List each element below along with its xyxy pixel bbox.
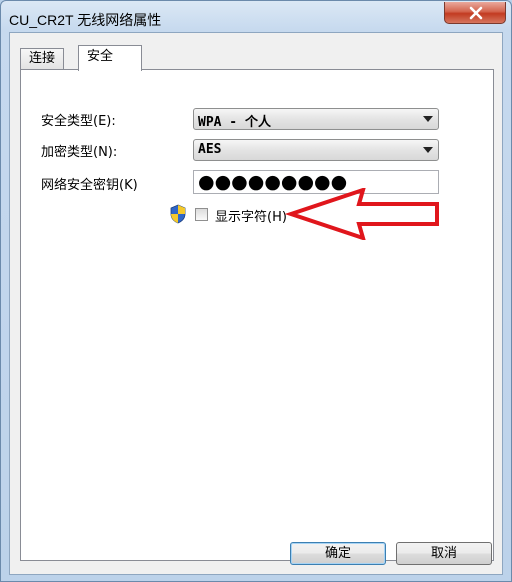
encryption-type-label: 加密类型(N):	[41, 145, 118, 160]
security-type-select[interactable]: WPA - 个人	[193, 108, 439, 130]
security-type-label: 安全类型(E):	[41, 114, 116, 129]
chevron-down-icon	[423, 116, 433, 122]
ok-button[interactable]: 确定	[290, 542, 386, 565]
window-title: CU_CR2T 无线网络属性	[9, 12, 162, 28]
cancel-button[interactable]: 取消	[396, 542, 492, 565]
network-key-label: 网络安全密钥(K)	[41, 178, 138, 193]
encryption-type-select[interactable]: AES	[193, 139, 439, 161]
tab-security[interactable]: 安全	[78, 45, 142, 71]
show-characters-label: 显示字符(H)	[215, 210, 287, 225]
chevron-down-icon	[423, 147, 433, 153]
close-icon	[469, 6, 483, 20]
show-characters-checkbox[interactable]	[195, 208, 208, 221]
security-type-value: WPA - 个人	[198, 115, 271, 130]
close-button[interactable]	[444, 2, 506, 24]
encryption-type-value: AES	[198, 142, 222, 157]
tab-connection[interactable]: 连接	[20, 48, 65, 69]
red-arrow-annotation	[284, 188, 439, 240]
uac-shield-icon	[170, 204, 186, 224]
properties-window: CU_CR2T 无线网络属性 连接 安全 安全类型(E): WPA - 个人 加…	[0, 0, 512, 582]
title-bar[interactable]: CU_CR2T 无线网络属性	[1, 1, 511, 35]
dialog-client-area: 连接 安全 安全类型(E): WPA - 个人 加密类型(N): AES 网络安…	[9, 32, 503, 575]
security-panel: 安全类型(E): WPA - 个人 加密类型(N): AES 网络安全密钥(K)…	[20, 69, 494, 561]
